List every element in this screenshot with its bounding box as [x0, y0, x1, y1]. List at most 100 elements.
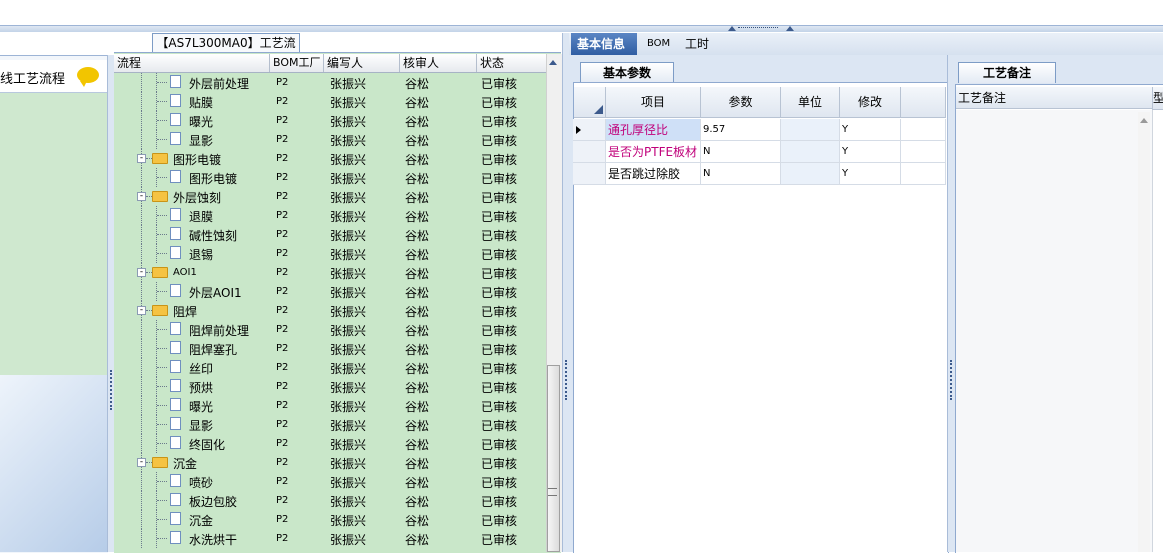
- expander-minus-icon[interactable]: -: [137, 268, 146, 277]
- row-indicator[interactable]: [573, 163, 606, 185]
- tree-row[interactable]: - 阻焊 P2 张振兴 谷松 已审核: [114, 301, 546, 320]
- tree-row[interactable]: 板边包胶 P2 张振兴 谷松 已审核: [114, 491, 546, 510]
- tree-row[interactable]: 退膜 P2 张振兴 谷松 已审核: [114, 206, 546, 225]
- tree-row[interactable]: 丝印 P2 张振兴 谷松 已审核: [114, 358, 546, 377]
- cell-unit[interactable]: [781, 163, 840, 185]
- tree-row[interactable]: 水洗烘干 P2 张振兴 谷松 已审核: [114, 529, 546, 548]
- cell-reviewer: 谷松: [405, 267, 430, 281]
- tab-basic-params[interactable]: 基本参数: [580, 62, 674, 83]
- cell-status: 已审核: [481, 419, 518, 433]
- tree-node-label: 贴膜: [189, 96, 214, 110]
- expander-minus-icon[interactable]: -: [137, 154, 146, 163]
- tree-row[interactable]: 显影 P2 张振兴 谷松 已审核: [114, 415, 546, 434]
- row-indicator[interactable]: [573, 141, 606, 163]
- tree-row[interactable]: 图形电镀 P2 张振兴 谷松 已审核: [114, 168, 546, 187]
- column-header-bom-factory[interactable]: BOM工厂: [270, 54, 324, 72]
- tree-row[interactable]: 阻焊前处理 P2 张振兴 谷松 已审核: [114, 320, 546, 339]
- cell-modify[interactable]: Y: [840, 163, 901, 185]
- cell-status: 已审核: [481, 514, 518, 528]
- tree-line: [157, 386, 167, 387]
- expander-minus-icon[interactable]: -: [137, 192, 146, 201]
- tree-row[interactable]: 外层AOI1 P2 张振兴 谷松 已审核: [114, 282, 546, 301]
- cell-bom-factory: P2: [276, 457, 289, 468]
- cell-item[interactable]: 通孔厚径比: [606, 119, 701, 141]
- splitter-grip[interactable]: [738, 27, 778, 31]
- tab-main-0[interactable]: 基本信息: [571, 33, 637, 55]
- tree-row[interactable]: 阻焊塞孔 P2 张振兴 谷松 已审核: [114, 339, 546, 358]
- tree-row[interactable]: 碱性蚀刻 P2 张振兴 谷松 已审核: [114, 225, 546, 244]
- cell-unit[interactable]: [781, 119, 840, 141]
- tree-row[interactable]: 终固化 P2 张振兴 谷松 已审核: [114, 434, 546, 453]
- column-header-reviewer[interactable]: 核审人: [400, 54, 477, 72]
- tab-main-2[interactable]: 工时: [679, 33, 719, 55]
- cell-reviewer: 谷松: [405, 210, 430, 224]
- cell-item[interactable]: 是否为PTFE板材: [606, 141, 701, 163]
- column-header-unit[interactable]: 单位: [781, 87, 840, 118]
- cell-bom-factory: P2: [276, 267, 289, 278]
- cell-bom-factory: P2: [276, 286, 289, 297]
- document-icon: [170, 436, 181, 449]
- tree-row[interactable]: 喷砂 P2 张振兴 谷松 已审核: [114, 472, 546, 491]
- expander-minus-icon[interactable]: -: [137, 458, 146, 467]
- expander-minus-icon[interactable]: -: [137, 306, 146, 315]
- tree-row[interactable]: - AOI1 P2 张振兴 谷松 已审核: [114, 263, 546, 282]
- tree-row[interactable]: 贴膜 P2 张振兴 谷松 已审核: [114, 92, 546, 111]
- cell-status: 已审核: [481, 286, 518, 300]
- tree-row[interactable]: - 外层蚀刻 P2 张振兴 谷松 已审核: [114, 187, 546, 206]
- cell-status: 已审核: [481, 267, 518, 281]
- notes-scrollbar[interactable]: [1138, 112, 1150, 552]
- tree-node-label: 板边包胶: [189, 495, 238, 509]
- tree-row[interactable]: 外层前处理 P2 张振兴 谷松 已审核: [114, 73, 546, 92]
- process-tree-header: 流程 BOM工厂 编写人 核审人 状态: [114, 54, 546, 73]
- scroll-up-icon[interactable]: [1140, 118, 1148, 123]
- cell-reviewer: 谷松: [405, 514, 430, 528]
- cell-bom-factory: P2: [276, 229, 289, 240]
- cell-bom-factory: P2: [276, 400, 289, 411]
- cell-status: 已审核: [481, 96, 518, 110]
- tree-row[interactable]: 预烘 P2 张振兴 谷松 已审核: [114, 377, 546, 396]
- tree-row[interactable]: 曝光 P2 张振兴 谷松 已审核: [114, 396, 546, 415]
- tree-row[interactable]: - 图形电镀 P2 张振兴 谷松 已审核: [114, 149, 546, 168]
- column-header-status[interactable]: 状态: [477, 54, 546, 72]
- tree-row[interactable]: 沉金 P2 张振兴 谷松 已审核: [114, 510, 546, 529]
- cell-writer: 张振兴: [330, 533, 367, 547]
- cell-value[interactable]: 9.57: [701, 119, 781, 141]
- column-header-type[interactable]: 型: [1152, 87, 1163, 110]
- cell-value[interactable]: N: [701, 163, 781, 185]
- notes-memo[interactable]: [956, 110, 1153, 552]
- column-header-item[interactable]: 项目: [606, 87, 701, 118]
- tab-main-1[interactable]: BOM: [641, 33, 673, 55]
- nav-item-process[interactable]: 线工艺流程: [0, 60, 108, 93]
- cell-bom-factory: P2: [276, 362, 289, 373]
- cell-bom-factory: P2: [276, 191, 289, 202]
- cell-reviewer: 谷松: [405, 77, 430, 91]
- params-row[interactable]: 是否跳过除胶 N Y: [573, 163, 946, 185]
- tree-row[interactable]: - 沉金 P2 张振兴 谷松 已审核: [114, 453, 546, 472]
- column-header-notes[interactable]: 工艺备注: [956, 87, 1152, 109]
- params-row[interactable]: 是否为PTFE板材 N Y: [573, 141, 946, 163]
- cell-item[interactable]: 是否跳过除胶: [606, 163, 701, 185]
- cell-reviewer: 谷松: [405, 191, 430, 205]
- params-row[interactable]: 通孔厚径比 9.57 Y: [573, 119, 946, 141]
- cell-modify[interactable]: Y: [840, 119, 901, 141]
- cell-value[interactable]: N: [701, 141, 781, 163]
- column-header-value[interactable]: 参数: [701, 87, 781, 118]
- tree-row[interactable]: 曝光 P2 张振兴 谷松 已审核: [114, 111, 546, 130]
- scroll-up-icon[interactable]: [549, 60, 557, 65]
- collapse-up-icon[interactable]: [728, 26, 736, 31]
- folder-icon: [152, 457, 168, 468]
- tree-row[interactable]: 显影 P2 张振兴 谷松 已审核: [114, 130, 546, 149]
- collapse-up-icon[interactable]: [786, 26, 794, 31]
- cell-modify[interactable]: Y: [840, 141, 901, 163]
- cell-unit[interactable]: [781, 141, 840, 163]
- cell-status: 已审核: [481, 77, 518, 91]
- scrollbar-thumb[interactable]: [547, 365, 560, 552]
- nav-panel-footer: [0, 375, 108, 552]
- top-splitter[interactable]: [0, 25, 1163, 32]
- column-header-writer[interactable]: 编写人: [324, 54, 400, 72]
- tab-process-notes[interactable]: 工艺备注: [958, 62, 1056, 83]
- column-header-flow[interactable]: 流程: [114, 54, 270, 72]
- row-indicator[interactable]: [573, 119, 606, 141]
- tree-row[interactable]: 退锡 P2 张振兴 谷松 已审核: [114, 244, 546, 263]
- column-header-modify[interactable]: 修改: [840, 87, 901, 118]
